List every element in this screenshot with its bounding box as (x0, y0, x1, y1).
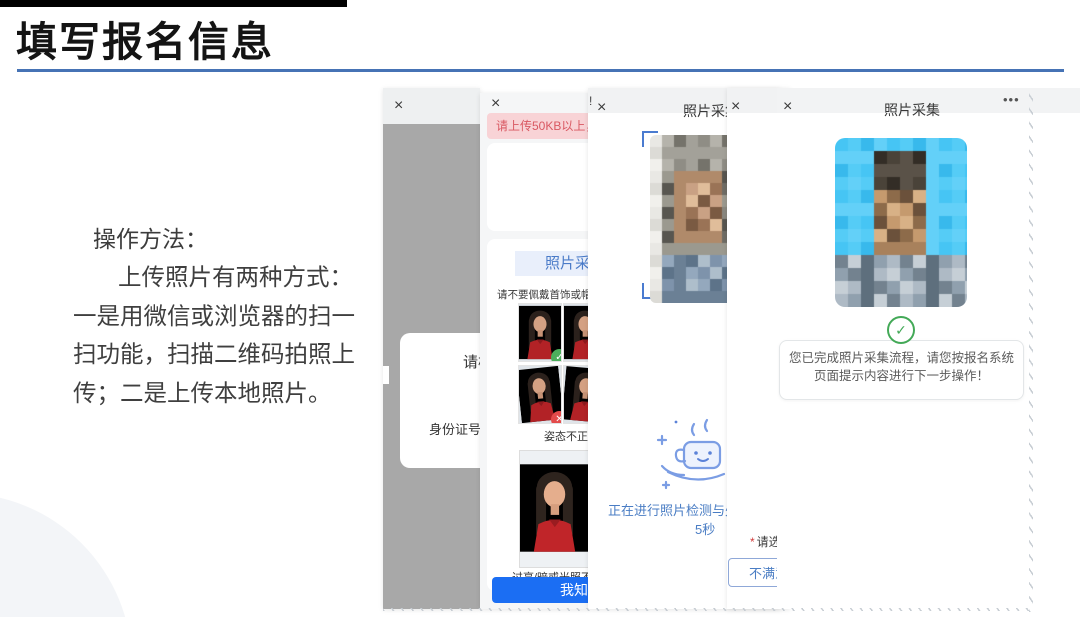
confirm-button[interactable]: 我知道了 (492, 577, 588, 603)
decorative-circle (0, 493, 132, 617)
close-icon[interactable]: × (491, 96, 500, 112)
section-title: 照片采集 (515, 251, 588, 276)
example-photo-good[interactable]: ✓ (518, 303, 562, 362)
id-number-label: 身份证号： (429, 419, 480, 438)
modal-title: 请核 (463, 351, 480, 372)
success-message-box: 您已完成照片采集流程，请您按报名系统 页面提示内容进行下一步操作！ (779, 340, 1024, 400)
upload-card (487, 143, 588, 231)
slide: 填写报名信息 操作方法： 上传照片有两种方式： 一是用微信或浏览器的扫一 扫功能… (0, 0, 1080, 617)
torn-edge-bottom (383, 608, 1034, 611)
instructions-line: 扫功能，扫描二维码拍照上 (73, 335, 373, 374)
upload-size-toast: 请上传50KB以上， (487, 113, 588, 139)
close-icon[interactable]: × (731, 99, 740, 115)
close-icon[interactable]: × (597, 100, 606, 116)
success-check-icon: ✓ (887, 316, 915, 344)
phone-screen-guidelines: × 请上传50KB以上， 照片采集 请不要佩戴首饰或帽子 ✓ ✕ 姿态不正 (480, 93, 588, 609)
phone-screen-success: × 照片采集 ••• ✓ 您已完成照片采集流程，请您按报名系统 页面提示内容进行… (777, 88, 1080, 609)
instructions-line: 一是用微信或浏览器的扫一 (73, 297, 373, 336)
success-message-line: 页面提示内容进行下一步操作！ (780, 367, 1023, 385)
instructions-heading: 操作方法： (93, 220, 208, 254)
close-icon[interactable]: × (394, 98, 403, 114)
page-header-title: 照片采集 (884, 100, 940, 120)
pixelated-photo-blue (835, 138, 967, 307)
required-asterisk: * (750, 535, 755, 549)
cross-badge-icon: ✕ (551, 411, 562, 424)
guideline-tip: 请不要佩戴首饰或帽子 (497, 287, 588, 302)
title-divider (17, 69, 1064, 72)
success-message-line: 您已完成照片采集流程，请您按报名系统 (780, 349, 1023, 367)
instructions-paragraph: 上传照片有两种方式： 一是用微信或浏览器的扫一 扫功能，扫描二维码拍照上 传；二… (73, 258, 373, 412)
instructions-line: 传；二是上传本地照片。 (73, 374, 373, 413)
example-photo[interactable] (563, 303, 588, 362)
countdown-text: 5秒 (695, 519, 715, 538)
example-photo[interactable] (563, 365, 588, 424)
pixelated-photo (650, 135, 734, 303)
instructions-line: 上传照片有两种方式： (73, 258, 373, 297)
more-menu-icon[interactable]: ••• (1003, 92, 1020, 107)
exclamation-icon: ! (589, 94, 592, 108)
check-badge-icon: ✓ (551, 349, 562, 362)
torn-edge-right (1029, 88, 1033, 612)
lighting-example-photo (519, 450, 588, 568)
top-accent-bar (0, 0, 347, 7)
modal-edge-fragment (383, 366, 389, 384)
page-title: 填写报名信息 (16, 8, 274, 68)
id-confirm-modal: 请核 身份证号： (400, 333, 480, 468)
example-photo-bad[interactable]: ✕ (518, 365, 562, 424)
phone-screen-camera: × 请核 身份证号： (383, 88, 480, 609)
photo-guideline-card: 照片采集 请不要佩戴首饰或帽子 ✓ ✕ 姿态不正 过亮/暗或光照不均 (487, 239, 588, 591)
bad-pose-caption: 姿态不正 (544, 428, 588, 444)
close-icon[interactable]: × (783, 99, 792, 115)
